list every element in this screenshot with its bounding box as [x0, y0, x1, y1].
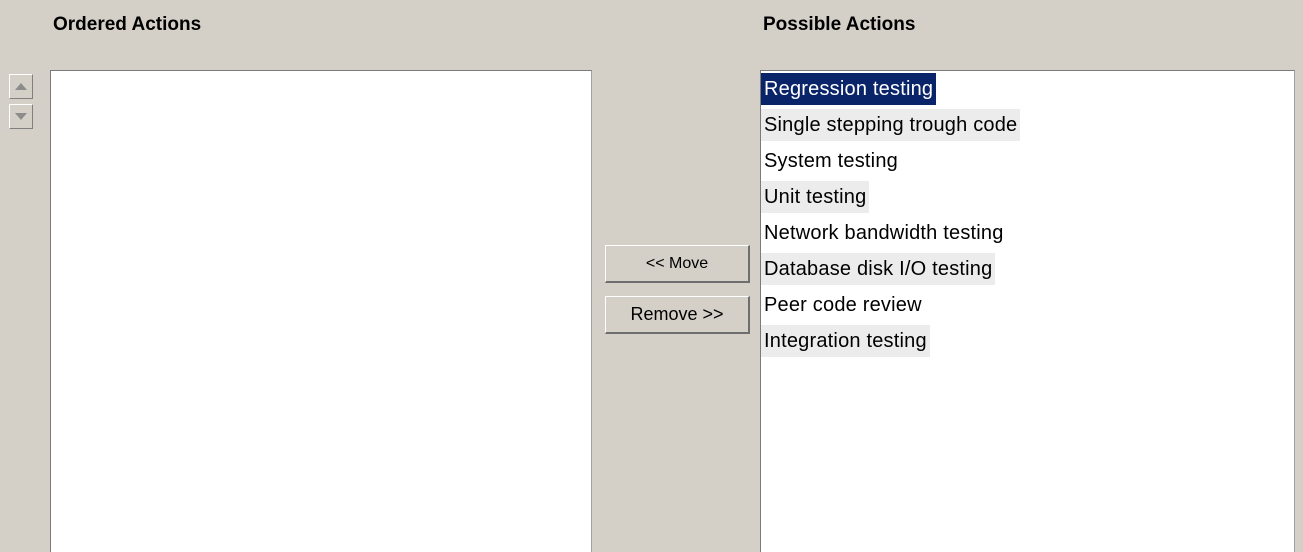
list-item[interactable]: Single stepping trough code	[761, 109, 1294, 145]
ordered-actions-list[interactable]	[50, 70, 592, 552]
ordered-actions-heading: Ordered Actions	[53, 14, 202, 35]
list-item[interactable]: Peer code review	[761, 289, 1294, 325]
list-item-label: Database disk I/O testing	[761, 253, 996, 285]
list-item[interactable]: System testing	[761, 145, 1294, 181]
possible-actions-list[interactable]: Regression testing Single stepping troug…	[760, 70, 1295, 552]
list-item-label: Single stepping trough code	[761, 109, 1021, 141]
move-up-button[interactable]	[9, 74, 33, 99]
list-item-label: Peer code review	[764, 294, 922, 316]
list-item[interactable]: Integration testing	[761, 325, 1294, 361]
move-down-button[interactable]	[9, 104, 33, 129]
list-item[interactable]: Regression testing	[761, 73, 1294, 109]
possible-actions-heading: Possible Actions	[763, 14, 916, 35]
list-item-label: Network bandwidth testing	[764, 222, 1004, 244]
list-item[interactable]: Network bandwidth testing	[761, 217, 1294, 253]
list-item[interactable]: Unit testing	[761, 181, 1294, 217]
arrow-down-icon	[15, 113, 27, 120]
list-item-label: Regression testing	[761, 73, 937, 105]
list-item[interactable]: Database disk I/O testing	[761, 253, 1294, 289]
move-button[interactable]: << Move	[605, 245, 750, 283]
list-item-label: System testing	[764, 150, 898, 172]
remove-button[interactable]: Remove >>	[605, 296, 750, 334]
list-item-label: Integration testing	[761, 325, 930, 357]
arrow-up-icon	[15, 83, 27, 90]
list-item-label: Unit testing	[761, 181, 870, 213]
